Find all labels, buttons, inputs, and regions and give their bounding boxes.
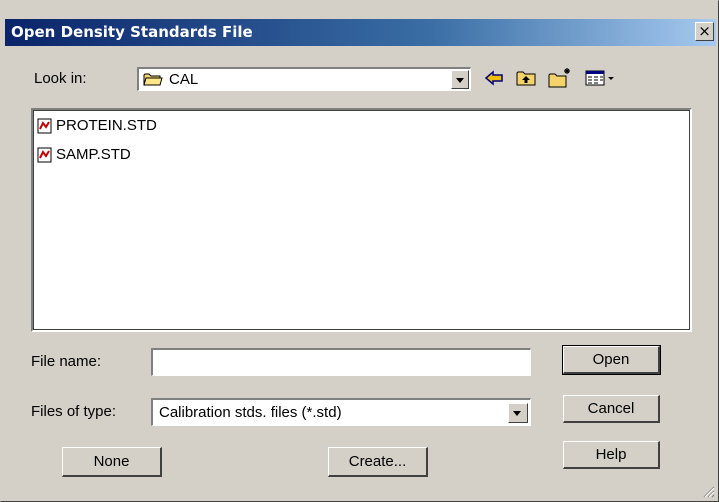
open-file-dialog: Open Density Standards File × Look in: C… <box>0 0 719 502</box>
back-arrow-icon[interactable] <box>483 67 505 89</box>
look-in-dropdown-button[interactable] <box>451 70 469 89</box>
help-button[interactable]: Help <box>563 441 660 469</box>
create-button[interactable]: Create... <box>328 447 428 477</box>
file-type-value: Calibration stds. files (*.std) <box>159 404 342 421</box>
file-list[interactable]: PROTEIN.STD SAMP.STD <box>31 108 692 332</box>
title-bar[interactable]: Open Density Standards File × <box>5 19 716 46</box>
none-button[interactable]: None <box>62 447 162 477</box>
dialog-title: Open Density Standards File <box>11 23 253 41</box>
cancel-button[interactable]: Cancel <box>563 395 660 423</box>
look-in-value: CAL <box>169 71 199 88</box>
view-menu-icon[interactable] <box>584 67 616 89</box>
create-button-label: Create... <box>348 453 407 470</box>
std-file-icon <box>37 118 52 134</box>
none-button-label: None <box>93 453 130 470</box>
up-folder-icon[interactable] <box>515 67 537 89</box>
std-file-icon <box>37 147 52 163</box>
file-type-label: Files of type: <box>31 403 117 420</box>
new-folder-icon[interactable] <box>547 67 573 89</box>
file-name-label: File name: <box>31 353 102 370</box>
cancel-button-label: Cancel <box>587 400 635 417</box>
open-button-label: Open <box>592 351 630 368</box>
folder-icon <box>143 73 163 86</box>
close-icon: × <box>698 22 711 40</box>
file-name-text: PROTEIN.STD <box>56 117 157 134</box>
file-type-select[interactable]: Calibration stds. files (*.std) <box>151 398 531 426</box>
close-button[interactable]: × <box>695 22 714 41</box>
file-name-field[interactable] <box>151 348 531 376</box>
open-button[interactable]: Open <box>562 345 661 375</box>
file-type-dropdown-button[interactable] <box>508 403 528 423</box>
look-in-combo[interactable]: CAL <box>137 67 471 91</box>
look-in-label: Look in: <box>34 70 87 87</box>
help-button-label: Help <box>595 446 627 463</box>
resize-grip-icon[interactable] <box>701 484 715 498</box>
file-name-text: SAMP.STD <box>56 146 131 163</box>
